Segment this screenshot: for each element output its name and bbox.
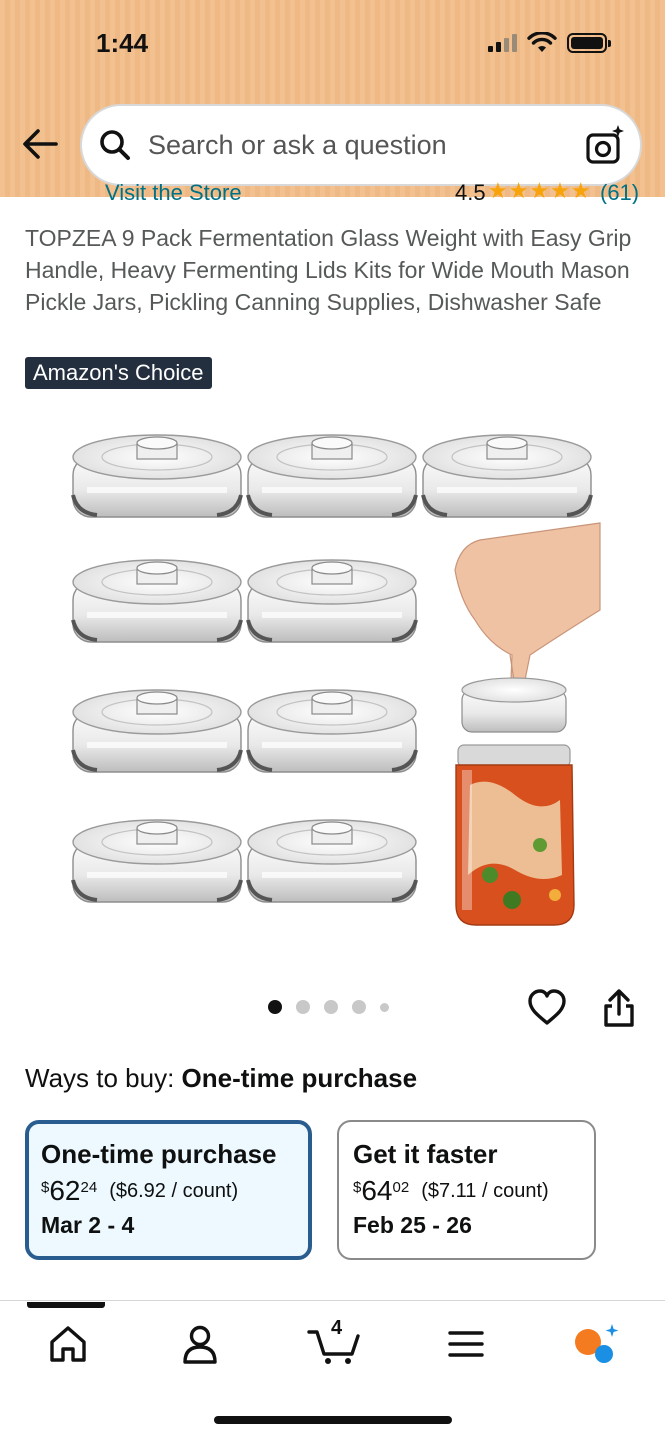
option-one-time-purchase[interactable]: One-time purchase $ 62 24 ($6.92 / count… [25,1120,312,1260]
ways-to-buy-label: Ways to buy: [25,1063,175,1093]
delivery-date: Mar 2 - 4 [41,1212,135,1238]
rating-stars-icon[interactable]: ★★★★★ [488,180,592,204]
price-currency: $ [353,1179,362,1196]
cart-count: 4 [331,1317,343,1339]
wifi-icon [527,32,557,52]
amazons-choice-badge[interactable]: Amazon's Choice [25,357,212,389]
carousel-dot[interactable] [380,1002,389,1012]
search-placeholder: Search or ask a question [148,130,447,160]
price-per-unit: ($7.11 / count) [421,1180,549,1202]
home-icon[interactable] [46,1322,90,1366]
back-arrow-icon[interactable] [20,126,60,162]
carousel-dot[interactable] [296,1000,310,1014]
price-cents: 24 [80,1179,98,1196]
carousel-dot[interactable] [352,1000,366,1014]
menu-icon[interactable] [444,1322,488,1366]
visit-store-link[interactable]: Visit the Store [105,180,242,204]
battery-icon [567,33,611,53]
product-image[interactable] [60,405,605,945]
price-cents: 02 [392,1179,410,1196]
price-whole: 62 [49,1175,81,1206]
carousel-dot[interactable] [268,1000,282,1014]
rating-value: 4.5 [455,180,486,204]
search-icon [100,130,130,160]
product-title: TOPZEA 9 Pack Fermentation Glass Weight … [25,225,632,315]
price-whole: 64 [361,1175,393,1206]
option-price: $ 62 24 ($6.92 / count) [41,1176,296,1206]
price-per-unit: ($6.92 / count) [109,1180,239,1202]
price-currency: $ [41,1179,50,1196]
rating-count[interactable]: (61) [600,180,639,204]
wishlist-heart-icon[interactable] [527,988,567,1028]
carousel-dots[interactable] [268,1000,389,1014]
carousel-dot[interactable] [324,1000,338,1014]
active-tab-indicator [27,1302,105,1308]
ways-to-buy-heading: Ways to buy: One-time purchase [25,1063,417,1094]
option-title: Get it faster [353,1139,498,1169]
store-row: Visit the Store 4.5 ★★★★★ (61) [0,180,665,204]
option-price: $ 64 02 ($7.11 / count) [353,1176,580,1206]
option-title: One-time purchase [41,1139,277,1169]
ways-to-buy-selected: One-time purchase [181,1063,418,1093]
delivery-date: Feb 25 - 26 [353,1212,472,1238]
share-icon[interactable] [600,988,638,1028]
status-icons [488,32,611,54]
home-indicator [214,1416,452,1424]
option-get-it-faster[interactable]: Get it faster $ 64 02 ($7.11 / count) Fe… [337,1120,596,1260]
rufus-assistant-icon[interactable] [570,1322,622,1366]
camera-search-icon[interactable] [584,124,626,166]
status-time: 1:44 [96,28,149,58]
search-input[interactable]: Search or ask a question [80,104,642,186]
header: 1:44 Search or ask a question [0,0,665,197]
account-icon[interactable] [178,1322,222,1366]
cellular-signal-icon [488,34,517,52]
